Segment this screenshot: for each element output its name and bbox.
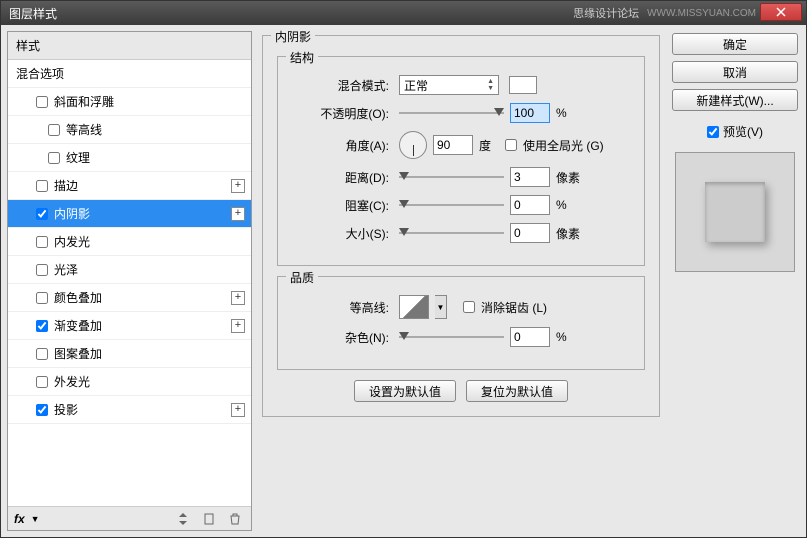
ok-button[interactable]: 确定 (672, 33, 798, 55)
blend-mode-label: 混合模式: (288, 77, 393, 94)
inner-shadow-checkbox[interactable] (36, 208, 48, 220)
inner-shadow-add-icon[interactable]: + (231, 207, 245, 221)
drop-shadow-row[interactable]: 投影+ (8, 396, 251, 424)
select-arrows-icon: ▲▼ (487, 78, 494, 92)
color-swatch[interactable] (509, 76, 537, 94)
new-style-button[interactable]: 新建样式(W)... (672, 89, 798, 111)
preview-checkbox[interactable] (707, 126, 719, 138)
opacity-unit: % (556, 106, 586, 120)
noise-unit: % (556, 330, 586, 344)
pattern-overlay-checkbox[interactable] (36, 348, 48, 360)
reset-default-button[interactable]: 复位为默认值 (466, 380, 568, 402)
layer-style-dialog: 图层样式 思缘设计论坛 WWW.MISSYUAN.COM 样式 混合选项 斜面和… (0, 0, 807, 538)
contour-dropdown-icon[interactable]: ▼ (435, 295, 447, 319)
contour-picker[interactable] (399, 295, 429, 319)
stroke-checkbox[interactable] (36, 180, 48, 192)
outer-glow-row[interactable]: 外发光 (8, 368, 251, 396)
brand-url: WWW.MISSYUAN.COM (647, 8, 756, 19)
stroke-row[interactable]: 描边+ (8, 172, 251, 200)
color-overlay-checkbox[interactable] (36, 292, 48, 304)
angle-dial[interactable] (399, 131, 427, 159)
satin-checkbox[interactable] (36, 264, 48, 276)
noise-slider[interactable] (399, 330, 504, 344)
quality-legend: 品质 (286, 269, 318, 286)
structure-fieldset: 结构 混合模式: 正常 ▲▼ 不透明度(O): 100 % 角度(A): 90 … (277, 56, 645, 266)
styles-footer: fx ▼ (8, 506, 251, 530)
inner-shadow-fieldset: 内阴影 结构 混合模式: 正常 ▲▼ 不透明度(O): 100 % 角度(A):… (262, 35, 660, 417)
settings-panel: 内阴影 结构 混合模式: 正常 ▲▼ 不透明度(O): 100 % 角度(A):… (258, 31, 664, 531)
antialias-checkbox[interactable] (463, 301, 475, 313)
texture-row[interactable]: 纹理 (8, 144, 251, 172)
inner-glow-checkbox[interactable] (36, 236, 48, 248)
styles-list-panel: 样式 混合选项 斜面和浮雕 等高线 纹理 描边+ 内阴影+ 内发光 光泽 颜色叠… (7, 31, 252, 531)
drop-shadow-add-icon[interactable]: + (231, 403, 245, 417)
size-label: 大小(S): (288, 225, 393, 242)
contour-label: 等高线: (288, 299, 393, 316)
bevel-emboss-checkbox[interactable] (36, 96, 48, 108)
bevel-emboss-row[interactable]: 斜面和浮雕 (8, 88, 251, 116)
global-light-checkbox[interactable] (505, 139, 517, 151)
titlebar[interactable]: 图层样式 思缘设计论坛 WWW.MISSYUAN.COM (1, 1, 806, 25)
blend-mode-select[interactable]: 正常 ▲▼ (399, 75, 499, 95)
contour-checkbox[interactable] (48, 124, 60, 136)
brand-text: 思缘设计论坛 (573, 5, 639, 21)
size-input[interactable]: 0 (510, 223, 550, 243)
window-title: 图层样式 (5, 5, 573, 22)
footer-up-down-icon[interactable] (173, 511, 193, 527)
antialias-label: 消除锯齿 (L) (481, 299, 547, 316)
size-slider[interactable] (399, 226, 504, 240)
gradient-overlay-checkbox[interactable] (36, 320, 48, 332)
inner-shadow-row[interactable]: 内阴影+ (8, 200, 251, 228)
preview-sample (705, 182, 765, 242)
texture-checkbox[interactable] (48, 152, 60, 164)
color-overlay-row[interactable]: 颜色叠加+ (8, 284, 251, 312)
stroke-add-icon[interactable]: + (231, 179, 245, 193)
drop-shadow-checkbox[interactable] (36, 404, 48, 416)
distance-unit: 像素 (556, 169, 586, 186)
blend-options-row[interactable]: 混合选项 (8, 60, 251, 88)
fx-label[interactable]: fx (14, 512, 25, 526)
quality-fieldset: 品质 等高线: ▼ 消除锯齿 (L) 杂色(N): 0 % (277, 276, 645, 370)
choke-label: 阻塞(C): (288, 197, 393, 214)
angle-input[interactable]: 90 (433, 135, 473, 155)
set-default-button[interactable]: 设置为默认值 (354, 380, 456, 402)
preview-box (675, 152, 795, 272)
choke-input[interactable]: 0 (510, 195, 550, 215)
distance-slider[interactable] (399, 170, 504, 184)
preview-label: 预览(V) (723, 123, 763, 140)
panel-title: 内阴影 (271, 28, 315, 45)
opacity-input[interactable]: 100 (510, 103, 550, 123)
trash-icon[interactable] (225, 511, 245, 527)
satin-row[interactable]: 光泽 (8, 256, 251, 284)
global-light-label: 使用全局光 (G) (523, 137, 604, 154)
gradient-overlay-row[interactable]: 渐变叠加+ (8, 312, 251, 340)
contour-row[interactable]: 等高线 (8, 116, 251, 144)
choke-slider[interactable] (399, 198, 504, 212)
inner-glow-row[interactable]: 内发光 (8, 228, 251, 256)
pattern-overlay-row[interactable]: 图案叠加 (8, 340, 251, 368)
noise-input[interactable]: 0 (510, 327, 550, 347)
styles-header[interactable]: 样式 (8, 32, 251, 60)
cancel-button[interactable]: 取消 (672, 61, 798, 83)
opacity-label: 不透明度(O): (288, 105, 393, 122)
distance-input[interactable]: 3 (510, 167, 550, 187)
color-overlay-add-icon[interactable]: + (231, 291, 245, 305)
size-unit: 像素 (556, 225, 586, 242)
action-panel: 确定 取消 新建样式(W)... 预览(V) (670, 31, 800, 531)
noise-label: 杂色(N): (288, 329, 393, 346)
fx-menu-icon[interactable]: ▼ (31, 514, 40, 524)
content-area: 样式 混合选项 斜面和浮雕 等高线 纹理 描边+ 内阴影+ 内发光 光泽 颜色叠… (1, 25, 806, 537)
outer-glow-checkbox[interactable] (36, 376, 48, 388)
angle-unit: 度 (479, 137, 491, 154)
opacity-slider[interactable] (399, 106, 504, 120)
close-icon (776, 7, 786, 17)
structure-legend: 结构 (286, 49, 318, 66)
distance-label: 距离(D): (288, 169, 393, 186)
gradient-overlay-add-icon[interactable]: + (231, 319, 245, 333)
choke-unit: % (556, 198, 586, 212)
footer-page-icon[interactable] (199, 511, 219, 527)
close-button[interactable] (760, 3, 802, 21)
angle-label: 角度(A): (288, 137, 393, 154)
